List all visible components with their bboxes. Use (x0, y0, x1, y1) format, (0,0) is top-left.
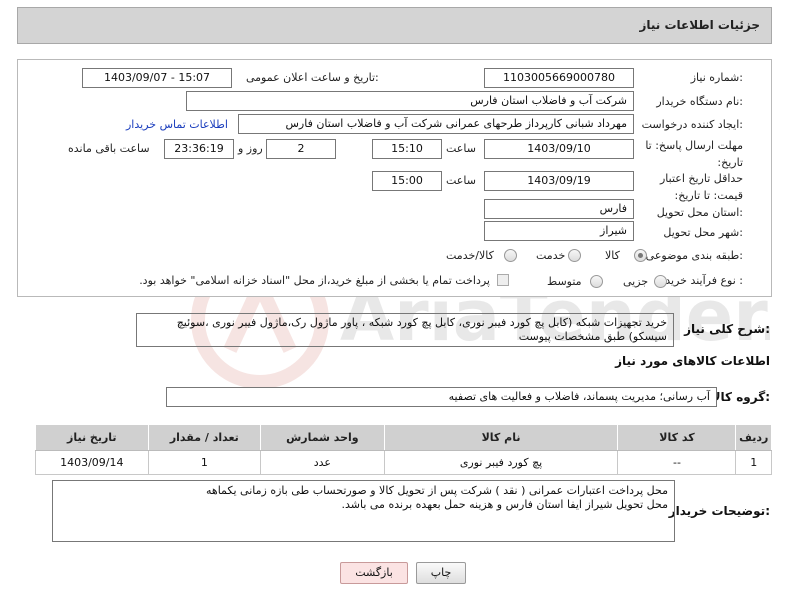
city-label: شهر محل تحویل: (663, 226, 743, 239)
cell-quantity: 1 (147, 450, 262, 475)
creator-field: مهرداد شبانی کارپرداز طرحهای عمرانی شرکت… (238, 114, 634, 134)
goods-table: ردیف کد کالا نام کالا واحد شمارش تعداد /… (35, 424, 772, 475)
category-radio-goods-service[interactable] (504, 249, 517, 262)
col-quantity: تعداد / مقدار (147, 424, 262, 451)
cell-goods-code: -- (617, 450, 737, 475)
description-text: خرید تجهیزات شبکه (کابل پچ کورد فیبر نور… (136, 313, 674, 347)
process-option-minor: جزیی (623, 275, 649, 288)
need-number-field: 1103005669000780 (484, 68, 634, 88)
category-option-goods: کالا (605, 249, 620, 262)
col-unit: واحد شمارش (260, 424, 385, 451)
category-radio-goods[interactable] (634, 249, 647, 262)
remaining-label: ساعت باقی مانده (68, 142, 150, 155)
goods-group-field: آب رسانی؛ مدیریت پسماند، فاضلاب و فعالیت… (166, 387, 717, 407)
buyer-contact-link[interactable]: اطلاعات تماس خریدار (126, 118, 228, 131)
cell-need-date: 1403/09/14 (35, 450, 149, 475)
page-title: جزئیات اطلاعات نیاز (639, 18, 760, 32)
process-option-medium: متوسط (547, 275, 582, 288)
validity-date-field: 1403/09/19 (484, 171, 634, 191)
validity-label: حداقل تاریخ اعتبار قیمت: تا تاریخ: (659, 172, 743, 202)
col-goods-code: کد کالا (617, 424, 737, 451)
goods-group-label: گروه کالا: (711, 390, 770, 404)
buyer-notes-line-2: محل تحویل شیراز ایفا استان فارس و هزینه … (341, 498, 668, 511)
col-goods-name: نام کالا (383, 424, 619, 451)
process-radio-minor[interactable] (654, 275, 667, 288)
col-need-date: تاریخ نیاز (35, 424, 149, 451)
cell-unit: عدد (260, 450, 385, 475)
goods-table-header-row: ردیف کد کالا نام کالا واحد شمارش تعداد /… (35, 424, 772, 451)
buyer-notes-box: محل پرداخت اعتبارات عمرانی ( نقد ) شرکت … (52, 480, 675, 542)
need-number-label: شماره نیاز: (690, 71, 743, 84)
creator-label: ایجاد کننده درخواست: (641, 118, 743, 131)
col-row-number: ردیف (735, 424, 772, 451)
category-option-service: خدمت (536, 249, 566, 262)
deadline-time-field: 15:10 (372, 139, 442, 159)
treasury-payment-checkbox[interactable] (497, 274, 509, 286)
validity-time-label: ساعت (446, 174, 476, 187)
province-field: فارس (484, 199, 634, 219)
validity-time-field: 15:00 (372, 171, 442, 191)
treasury-payment-note: پرداخت تمام یا بخشی از مبلغ خرید،از محل … (139, 274, 490, 287)
process-label: نوع فرآیند خرید : (665, 274, 743, 287)
buyer-org-label: نام دستگاه خریدار: (656, 95, 743, 108)
category-radio-service[interactable] (568, 249, 581, 262)
announce-label: تاریخ و ساعت اعلان عمومی: (246, 71, 379, 84)
print-button[interactable]: چاپ (416, 562, 466, 584)
deadline-time-label: ساعت (446, 142, 476, 155)
announce-field: 1403/09/07 - 15:07 (82, 68, 232, 88)
days-field: 2 (266, 139, 336, 159)
category-label: طبقه بندی موضوعی: (645, 249, 743, 262)
cell-goods-name: پچ کورد فیبر نوری (383, 450, 619, 475)
buyer-notes-label: توضیحات خریدار: (668, 504, 770, 518)
province-label: استان محل تحویل: (656, 206, 743, 219)
deadline-label: مهلت ارسال پاسخ: تا تاریخ: (645, 139, 743, 169)
cell-row-number: 1 (735, 450, 772, 475)
remaining-time-field: 23:36:19 (164, 139, 234, 159)
buyer-org-field: شرکت آب و فاضلاب استان فارس (186, 91, 634, 111)
description-label: شرح کلی نیاز: (684, 322, 770, 336)
days-label: روز و (238, 142, 263, 155)
table-row: 1 -- پچ کورد فیبر نوری عدد 1 1403/09/14 (35, 450, 772, 475)
back-button[interactable]: بازگشت (340, 562, 408, 584)
city-field: شیراز (484, 221, 634, 241)
buyer-notes-line-1: محل پرداخت اعتبارات عمرانی ( نقد ) شرکت … (206, 484, 668, 497)
category-option-goods-service: کالا/خدمت (446, 249, 494, 262)
deadline-date-field: 1403/09/10 (484, 139, 634, 159)
process-radio-medium[interactable] (590, 275, 603, 288)
goods-section-title: اطلاعات کالاهای مورد نیاز (615, 354, 770, 368)
